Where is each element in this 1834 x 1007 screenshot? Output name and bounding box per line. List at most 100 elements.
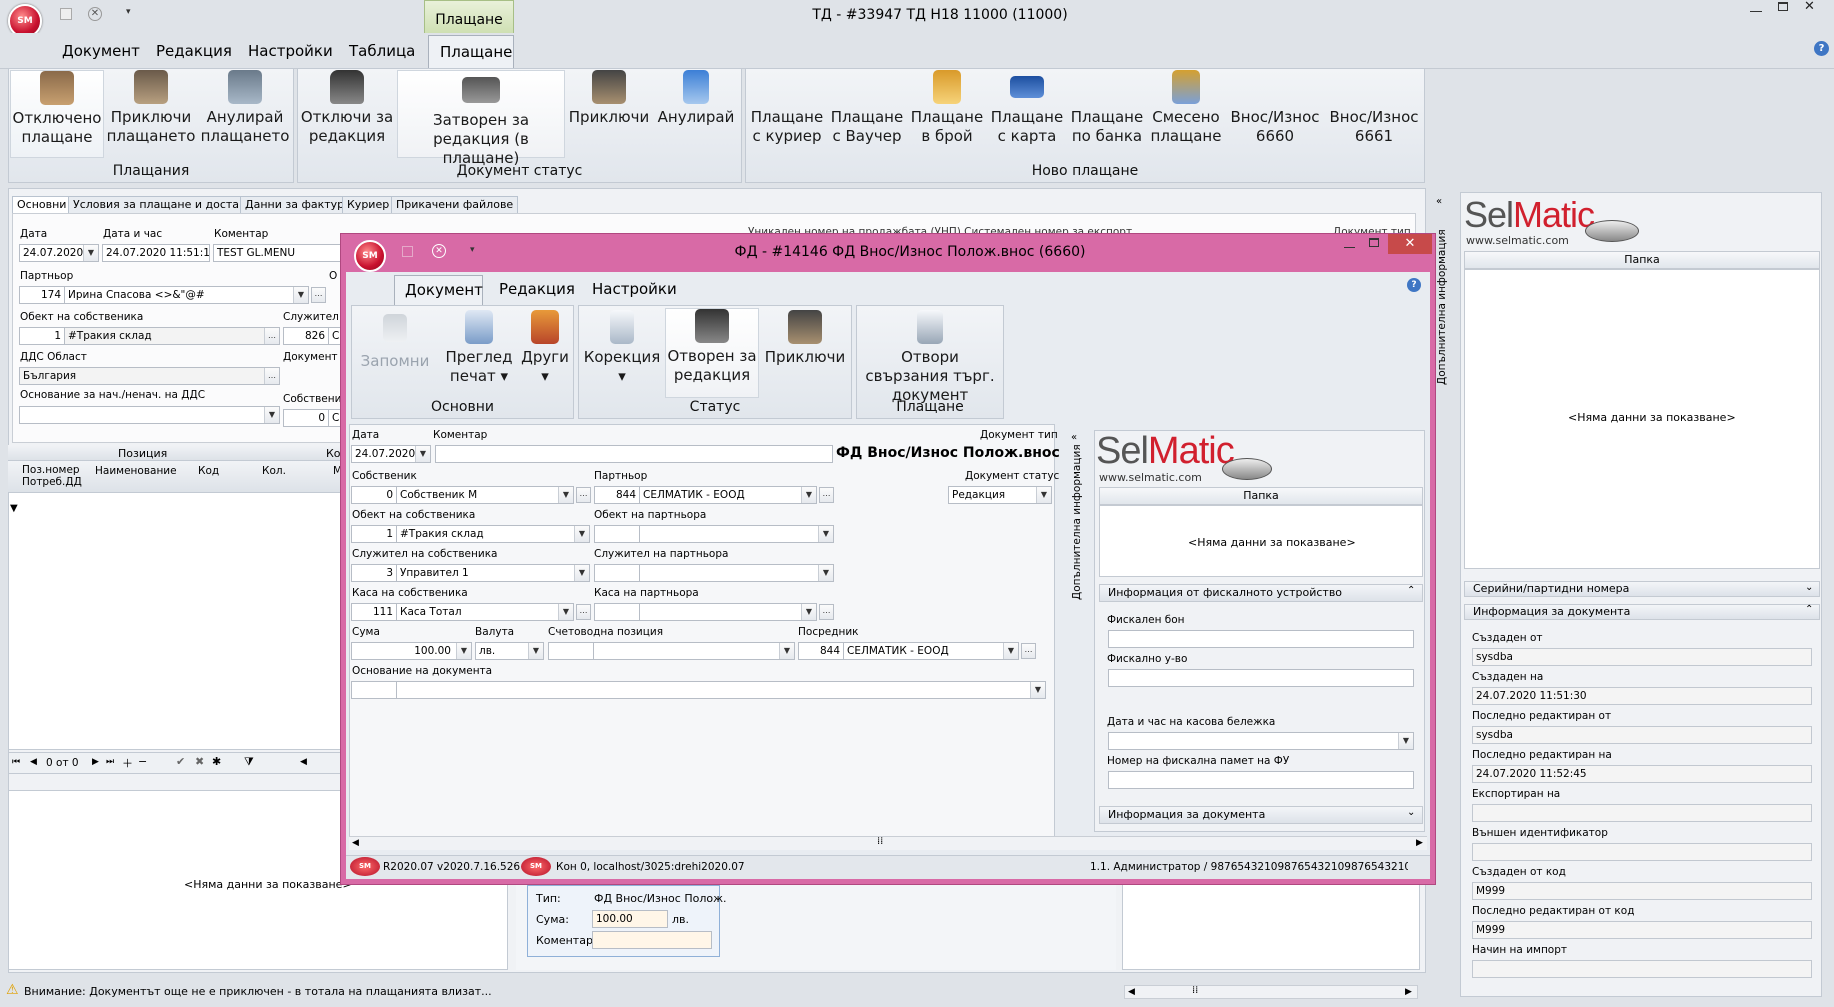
d-partner-emp-code-field[interactable] <box>594 564 640 582</box>
d-comment-field[interactable] <box>435 445 833 463</box>
d-receipt-dt-field[interactable]: ▼ <box>1108 732 1414 750</box>
nav-next-icon[interactable]: ▶ <box>92 757 99 767</box>
vat-reason-field[interactable]: ▼ <box>19 406 280 424</box>
dialog-save-icon[interactable] <box>402 246 413 257</box>
dialog-other-button[interactable]: Други ▾ <box>520 310 570 396</box>
ellipsis-icon[interactable]: … <box>264 328 279 344</box>
d-basis-field[interactable]: ▼ <box>396 681 1046 699</box>
docinfo-field-value[interactable]: M999 <box>1472 921 1812 939</box>
chevron-down-icon[interactable]: ▼ <box>293 287 308 303</box>
docinfo-field-value[interactable] <box>1472 804 1812 822</box>
d-partner-obj-field[interactable]: ▼ <box>639 525 834 543</box>
pay-card-button[interactable]: Плащане с карта <box>988 70 1066 158</box>
scroll-left-icon[interactable]: ◀ <box>1128 987 1135 997</box>
comment-field[interactable]: TEST GL.MENU <box>213 244 343 262</box>
pay-voucher-button[interactable]: Плащане с Ваучер <box>828 70 906 158</box>
popup-sum-field[interactable]: 100.00 <box>592 910 668 928</box>
collapse-icon[interactable]: ⌃ <box>1407 585 1415 596</box>
chevron-down-icon[interactable]: ▼ <box>574 565 589 581</box>
d-partner-field[interactable]: СЕЛМАТИК - ЕООД ▼ <box>639 486 817 504</box>
tab-invoice-data[interactable]: Данни за фактура <box>240 196 356 214</box>
chevron-down-icon[interactable]: ▼ <box>415 446 430 462</box>
d-owner-browse-button[interactable]: … <box>576 487 591 503</box>
import-export-6660-button[interactable]: Внос/Износ 6660 <box>1226 70 1324 158</box>
pay-mixed-button[interactable]: Смесено плащане <box>1148 70 1224 158</box>
d-partner-code-field[interactable]: 844 <box>594 486 640 504</box>
menu-tab-payment[interactable]: Плащане <box>428 35 514 69</box>
d-fiscal-device-field[interactable] <box>1108 669 1414 687</box>
d-partner-obj-code-field[interactable] <box>594 525 640 543</box>
chevron-down-icon[interactable]: ▼ <box>801 487 816 503</box>
employee-code-field[interactable]: 826 <box>283 327 329 345</box>
bottom-scrollbar[interactable] <box>1124 985 1418 999</box>
menu-tab-edit[interactable]: Редакция <box>156 41 232 61</box>
d-fiscal-mem-field[interactable] <box>1108 771 1414 789</box>
pay-cash-button[interactable]: Плащане в брой <box>908 70 986 158</box>
menu-tab-settings[interactable]: Настройки <box>248 41 333 61</box>
docinfo-field-value[interactable] <box>1472 960 1812 978</box>
scroll-left-icon[interactable]: ◀ <box>352 838 359 848</box>
chevron-down-icon[interactable]: ▼ <box>574 526 589 542</box>
grid-col-code[interactable]: Код <box>198 465 219 477</box>
chevron-down-icon[interactable]: ▼ <box>456 643 471 659</box>
minimize-icon[interactable] <box>1750 6 1762 12</box>
d-owner-code-field[interactable]: 0 <box>351 486 397 504</box>
collapse-icon[interactable]: ⌃ <box>1805 604 1813 615</box>
dialog-open-linked-doc-button[interactable]: Отвори свързания търг. документ <box>860 310 1000 404</box>
dialog-logo-icon[interactable]: SM <box>354 240 386 272</box>
menu-tab-document[interactable]: Документ <box>62 41 140 61</box>
dialog-open-for-edit-button[interactable]: Отворен за редакция <box>665 308 759 398</box>
d-owner-field[interactable]: Собственик М ▼ <box>396 486 574 504</box>
nav-check-icon[interactable]: ✔ <box>176 755 185 768</box>
partner-browse-button[interactable]: … <box>311 287 326 303</box>
chevron-down-icon[interactable]: ▼ <box>83 245 98 261</box>
tab-courier[interactable]: Куриер <box>342 196 395 214</box>
d-owner-obj-code-field[interactable]: 1 <box>351 525 397 543</box>
closed-for-edit-button[interactable]: Затворен за редакция (в плащане) <box>397 70 565 167</box>
dialog-print-preview-button[interactable]: Преглед печат ▾ <box>440 310 518 396</box>
filter-icon[interactable]: ▼ <box>10 503 18 514</box>
dialog-close-icon[interactable]: ✕ <box>1388 234 1432 254</box>
d-partner-emp-field[interactable]: ▼ <box>639 564 834 582</box>
nav-last-icon[interactable]: ⏭ <box>106 757 114 767</box>
scroll-grip-icon[interactable]: ⁞⁞ <box>877 836 883 847</box>
finish-button[interactable]: Приключи <box>567 70 651 158</box>
close-icon[interactable]: ✕ <box>1804 0 1815 14</box>
d-owner-obj-field[interactable]: #Тракия склад ▼ <box>396 525 590 543</box>
quick-save-icon[interactable] <box>60 8 72 20</box>
owner-object-field[interactable]: #Тракия склад… <box>64 327 280 345</box>
pay-bank-button[interactable]: Плащане по банка <box>1068 70 1146 158</box>
expand-icon[interactable]: ⌄ <box>1805 582 1813 593</box>
d-fiscal-section-header[interactable]: Информация от фискалното устройство <box>1099 584 1423 602</box>
docinfo-field-value[interactable] <box>1472 843 1812 861</box>
quick-access-dropdown-icon[interactable]: ▾ <box>126 7 131 17</box>
dialog-help-icon[interactable]: ? <box>1407 278 1421 292</box>
d-mediator-code-field[interactable]: 844 <box>798 642 844 660</box>
d-basis-code-field[interactable] <box>351 681 397 699</box>
d-sum-field[interactable]: 100.00 ▼ <box>351 642 472 660</box>
d-side-collapse-icon[interactable]: « <box>1071 432 1077 443</box>
nav-filter-icon[interactable]: ⧩ <box>244 755 254 769</box>
docinfo-section-header[interactable]: Информация за документа <box>1464 604 1820 620</box>
owner-code-field[interactable]: 0 <box>283 409 329 427</box>
grid-col-qty[interactable]: Кол. <box>262 465 286 477</box>
nav-prev-icon[interactable]: ◀ <box>30 757 37 767</box>
vat-area-field[interactable]: България… <box>19 367 280 385</box>
pay-courier-button[interactable]: Плащане с куриер <box>748 70 826 158</box>
d-owner-cash-browse-button[interactable]: … <box>576 604 591 620</box>
chevron-down-icon[interactable]: ▼ <box>801 604 816 620</box>
import-export-6661-button[interactable]: Внос/Износ 6661 <box>1326 70 1422 158</box>
nav-first-icon[interactable]: ⏮ <box>12 757 20 767</box>
d-currency-field[interactable]: лв. ▼ <box>475 642 544 660</box>
dialog-menu-settings[interactable]: Настройки <box>592 279 677 299</box>
docinfo-field-value[interactable]: M999 <box>1472 882 1812 900</box>
dialog-quick-close-icon[interactable]: ✕ <box>432 244 446 258</box>
chevron-down-icon[interactable]: ▼ <box>779 643 794 659</box>
dialog-minimize-icon[interactable] <box>1344 243 1355 248</box>
serial-section-header[interactable]: Серийни/партидни номера <box>1464 581 1820 597</box>
scroll-left-icon[interactable]: ◀ <box>300 757 307 767</box>
docinfo-field-value[interactable]: sysdba <box>1472 726 1812 744</box>
d-partner-cash-code-field[interactable] <box>594 603 640 621</box>
chevron-down-icon[interactable]: ▼ <box>1030 682 1045 698</box>
expand-icon[interactable]: ⌄ <box>1407 807 1415 818</box>
